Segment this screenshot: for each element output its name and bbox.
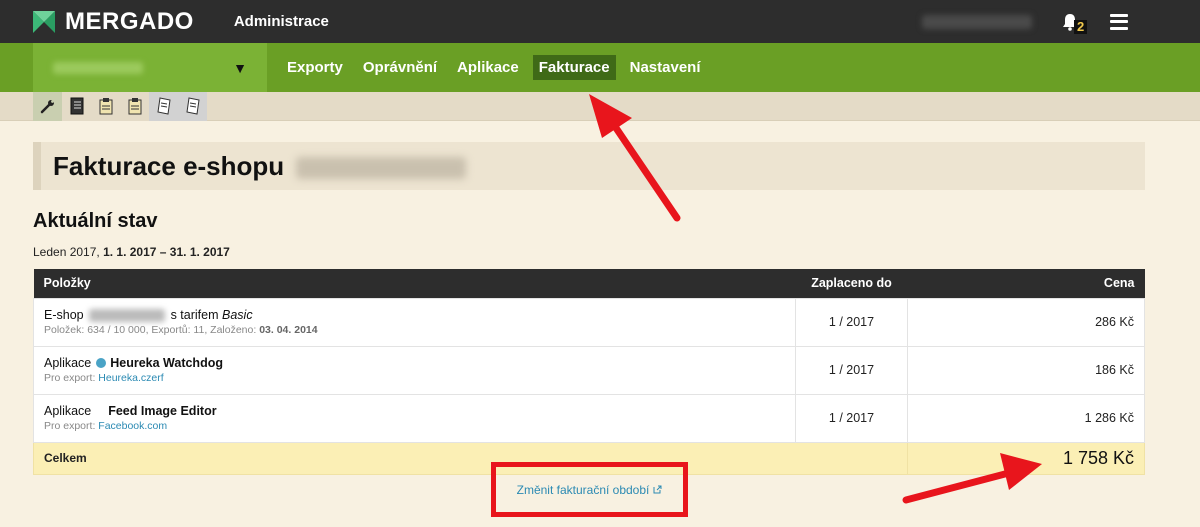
tariff-name: Basic bbox=[222, 308, 253, 322]
page-title-text: Fakturace e-shopu bbox=[53, 150, 285, 181]
nav-item-aplikace[interactable]: Aplikace bbox=[451, 55, 525, 80]
paid-until-cell: 1 / 2017 bbox=[795, 393, 908, 443]
mergado-logo-icon bbox=[33, 10, 55, 33]
item-title: E-shop s tarifem Basic bbox=[44, 307, 785, 323]
item-title: Aplikace Heureka Watchdog bbox=[44, 355, 785, 371]
item-title: Aplikace Feed Image Editor bbox=[44, 403, 785, 419]
header-price: Cena bbox=[907, 269, 1145, 298]
item-prefix: Aplikace bbox=[44, 356, 92, 370]
page-header: Fakturace e-shopu bbox=[33, 142, 1145, 190]
notebook-icon bbox=[70, 97, 83, 115]
document-icon bbox=[185, 97, 200, 115]
item-details: Položek: 634 / 10 000, Exportů: 11, Zalo… bbox=[44, 323, 785, 337]
price-cell: 286 Kč bbox=[907, 297, 1145, 347]
item-stats: Položek: 634 / 10 000, Exportů: 11, Zalo… bbox=[44, 324, 257, 336]
paid-until-cell: 1 / 2017 bbox=[795, 297, 908, 347]
clipboard-icon bbox=[99, 98, 112, 115]
table-header-row: Položky Zaplaceno do Cena bbox=[33, 269, 1145, 298]
item-prefix: Aplikace bbox=[44, 404, 92, 418]
billing-period: Leden 2017, 1. 1. 2017 – 31. 1. 2017 bbox=[33, 245, 230, 259]
header-items: Položky bbox=[33, 269, 796, 298]
document-icon bbox=[156, 97, 171, 115]
top-bar: MERGADO Administrace 2 bbox=[0, 0, 1200, 43]
table-row: Aplikace Heureka Watchdog Pro export: He… bbox=[33, 345, 1145, 395]
export-label: Pro export: bbox=[44, 420, 96, 432]
item-cell: Aplikace Heureka Watchdog Pro export: He… bbox=[33, 345, 796, 395]
menu-button[interactable] bbox=[1110, 13, 1128, 30]
sub-toolbar bbox=[0, 91, 1200, 121]
item-cell: Aplikace Feed Image Editor Pro export: F… bbox=[33, 393, 796, 443]
table-row: Aplikace Feed Image Editor Pro export: F… bbox=[33, 393, 1145, 443]
app-name: Feed Image Editor bbox=[108, 404, 217, 418]
total-label: Celkem bbox=[33, 441, 908, 475]
change-period-link[interactable]: Změnit fakturační období bbox=[517, 483, 663, 497]
export-link[interactable]: Facebook.com bbox=[98, 420, 167, 432]
notebook-tool-button[interactable] bbox=[62, 91, 91, 121]
shop-name-blurred bbox=[296, 156, 467, 179]
wrench-tool-button[interactable] bbox=[33, 91, 62, 121]
change-period-text: Změnit fakturační období bbox=[516, 482, 650, 497]
period-range: 1. 1. 2017 – 31. 1. 2017 bbox=[103, 245, 230, 259]
export-label: Pro export: bbox=[44, 372, 96, 384]
page-title: Fakturace e-shopu bbox=[53, 150, 467, 182]
item-middle-text: s tarifem bbox=[170, 308, 219, 322]
item-details: Pro export: Facebook.com bbox=[44, 419, 785, 433]
price-cell: 1 286 Kč bbox=[907, 393, 1145, 443]
wrench-icon bbox=[40, 100, 54, 114]
heureka-app-icon bbox=[95, 358, 106, 368]
table-row: E-shop s tarifem Basic Položek: 634 / 10… bbox=[33, 297, 1145, 347]
header-paid-until: Zaplaceno do bbox=[795, 269, 908, 298]
item-created-date: 03. 04. 2014 bbox=[259, 324, 318, 336]
shop-select-dropdown[interactable]: ▼ bbox=[33, 43, 267, 92]
section-title: Aktuální stav bbox=[33, 210, 158, 232]
nav-item-exporty[interactable]: Exporty bbox=[281, 55, 349, 80]
external-link-icon bbox=[653, 485, 662, 493]
nav-item-fakturace[interactable]: Fakturace bbox=[532, 55, 616, 80]
main-nav: ▼ Exporty Oprávnění Aplikace Fakturace N… bbox=[0, 43, 1200, 92]
caret-down-icon: ▼ bbox=[233, 59, 247, 76]
nav-item-nastaveni[interactable]: Nastavení bbox=[624, 55, 707, 80]
item-cell: E-shop s tarifem Basic Položek: 634 / 10… bbox=[33, 297, 796, 347]
billing-table: Položky Zaplaceno do Cena E-shop s tarif… bbox=[33, 269, 1145, 475]
hamburger-icon-bar bbox=[1110, 13, 1128, 17]
total-price: 1 758 Kč bbox=[907, 441, 1145, 475]
app-name: Heureka Watchdog bbox=[110, 356, 223, 370]
item-details: Pro export: Heureka.czerf bbox=[44, 371, 785, 385]
notification-count-badge: 2 bbox=[1074, 19, 1088, 34]
hamburger-icon-bar bbox=[1110, 26, 1128, 30]
export-link[interactable]: Heureka.czerf bbox=[98, 372, 163, 384]
shop-name-blurred bbox=[53, 61, 143, 74]
price-cell: 186 Kč bbox=[907, 345, 1145, 395]
paid-until-cell: 1 / 2017 bbox=[795, 345, 908, 395]
hamburger-icon-bar bbox=[1110, 20, 1128, 23]
document-tool-button-2[interactable] bbox=[178, 91, 207, 121]
clipboard-tool-button-2[interactable] bbox=[120, 91, 149, 121]
clipboard-tool-button[interactable] bbox=[91, 91, 120, 121]
document-tool-button[interactable] bbox=[149, 91, 178, 121]
shop-name-blurred bbox=[89, 309, 166, 323]
nav-item-opravneni[interactable]: Oprávnění bbox=[357, 55, 443, 80]
item-prefix: E-shop bbox=[44, 308, 84, 322]
logo[interactable]: MERGADO bbox=[33, 0, 194, 43]
change-period-highlight: Změnit fakturační období bbox=[491, 462, 688, 517]
admin-link[interactable]: Administrace bbox=[234, 13, 329, 30]
clipboard-icon bbox=[128, 98, 141, 115]
user-name-blurred[interactable] bbox=[922, 14, 1032, 29]
notifications-button[interactable]: 2 bbox=[1062, 11, 1088, 34]
period-month: Leden 2017, bbox=[33, 245, 100, 259]
brand-name: MERGADO bbox=[65, 7, 194, 35]
